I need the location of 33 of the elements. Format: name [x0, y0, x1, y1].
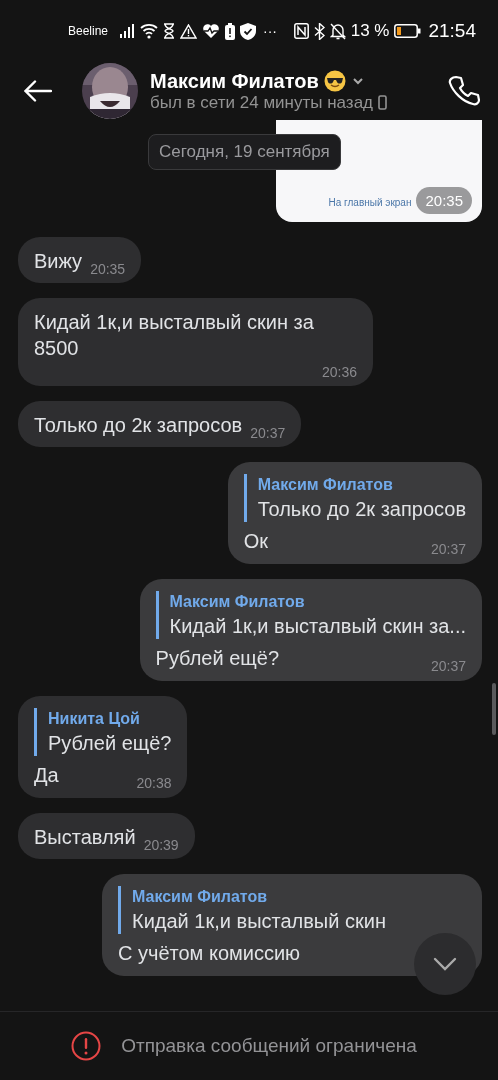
quote-text: Кидай 1к,и высталвый скин — [132, 909, 387, 934]
message-text: Кидай 1к,и высталвый скин за 8500 — [34, 310, 315, 361]
message-time: 20:35 — [416, 187, 472, 214]
link-caption: На главный экран — [328, 197, 412, 209]
message-time: 20:37 — [429, 541, 466, 557]
clock-time: 21:54 — [428, 20, 476, 42]
message-text: Выставляй — [34, 825, 136, 850]
carrier-name: Beeline — [68, 24, 109, 38]
message-text: Да — [34, 763, 59, 788]
message-time: 20:36 — [320, 364, 357, 380]
message-time: 20:37 — [429, 658, 466, 674]
quote-author: Максим Филатов — [169, 592, 306, 612]
more-indicator: ··· — [263, 23, 278, 39]
quote-author: Никита Цой — [48, 709, 141, 729]
quote-author: Максим Филатов — [132, 887, 269, 907]
message-time: 20:38 — [135, 775, 172, 791]
message-time: 20:37 — [249, 425, 286, 441]
quote-text: Только до 2к запросов — [257, 497, 466, 522]
quote-text: Кидай 1к,и высталвый скин за... — [169, 614, 466, 639]
quote-author: Максим Филатов — [257, 475, 394, 495]
last-seen-status: был в сети 24 минуты назад — [150, 92, 373, 113]
message-text: Только до 2к запросов — [34, 413, 243, 438]
quote-text: Рублей ещё? — [48, 731, 172, 756]
restriction-notice: Отправка сообщений ограничена — [121, 1035, 417, 1057]
message-text: Вижу — [34, 249, 83, 274]
message-text: Ок — [243, 529, 269, 554]
message-text: С учётом комиссию — [118, 941, 301, 966]
message-time: 20:39 — [142, 837, 179, 853]
message-text: Рублей ещё? — [155, 646, 279, 671]
date-toast: Сегодня, 19 сентября — [148, 134, 341, 170]
message-time: 20:35 — [89, 261, 126, 277]
battery-percent: 13 % — [350, 21, 390, 41]
contact-name: Максим Филатов — [150, 69, 319, 93]
